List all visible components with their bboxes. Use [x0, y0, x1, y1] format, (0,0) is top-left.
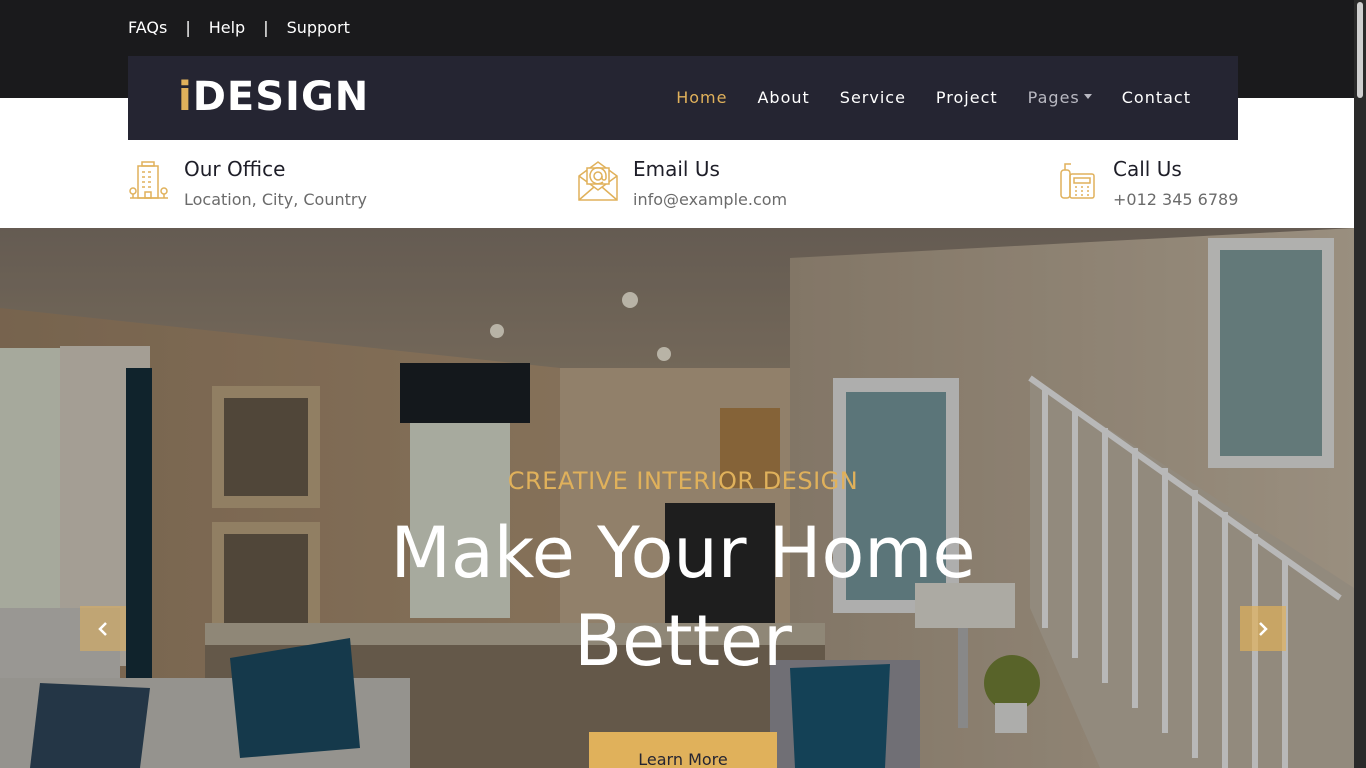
nav-pages-dropdown[interactable]: Pages	[1028, 88, 1092, 107]
email-title: Email Us	[633, 157, 720, 181]
nav-home[interactable]: Home	[676, 88, 727, 107]
main-nav: Home About Service Project Pages Contact	[646, 88, 1191, 107]
navbar: iDESIGN Home About Service Project Pages…	[128, 56, 1238, 140]
faqs-link[interactable]: FAQs	[128, 18, 167, 37]
hero-title-line-1: Make Your Home	[390, 512, 976, 594]
top-links: FAQs | Help | Support	[128, 18, 350, 37]
office-title: Our Office	[184, 157, 286, 181]
page-scrollbar[interactable]	[1354, 0, 1366, 768]
hero-subtitle: CREATIVE INTERIOR DESIGN	[507, 467, 859, 495]
hero-title-line-2: Better	[574, 600, 792, 682]
nav-project[interactable]: Project	[936, 88, 998, 107]
office-info: Our Office Location, City, Country	[128, 158, 367, 209]
hero-carousel	[0, 228, 1354, 768]
contact-strip: Our Office Location, City, Country Email…	[0, 140, 1354, 228]
nav-pages-label: Pages	[1027, 88, 1080, 107]
support-link[interactable]: Support	[287, 18, 350, 37]
hero-overlay	[0, 228, 1354, 768]
nav-service[interactable]: Service	[840, 88, 906, 107]
brand-name: DESIGN	[192, 74, 370, 120]
building-icon	[129, 161, 168, 199]
call-info: Call Us +012 345 6789	[1057, 158, 1238, 209]
envelope-icon	[578, 161, 618, 201]
help-link[interactable]: Help	[209, 18, 245, 37]
call-text[interactable]: +012 345 6789	[1113, 190, 1238, 209]
learn-more-button[interactable]: Learn More	[589, 732, 777, 768]
nav-contact[interactable]: Contact	[1122, 88, 1191, 107]
caret-down-icon	[1083, 94, 1092, 99]
nav-about[interactable]: About	[757, 88, 809, 107]
separator: |	[185, 18, 191, 37]
call-title: Call Us	[1113, 157, 1182, 181]
email-info: Email Us info@example.com	[577, 158, 787, 209]
separator: |	[263, 18, 269, 37]
email-text[interactable]: info@example.com	[633, 190, 787, 209]
phone-icon	[1060, 163, 1095, 199]
brand-logo[interactable]: iDESIGN	[178, 74, 369, 120]
office-text: Location, City, Country	[184, 190, 367, 209]
brand-accent: i	[178, 74, 193, 120]
scrollbar-thumb[interactable]	[1357, 2, 1363, 98]
hero-title: Make Your Home Better	[0, 509, 1366, 685]
